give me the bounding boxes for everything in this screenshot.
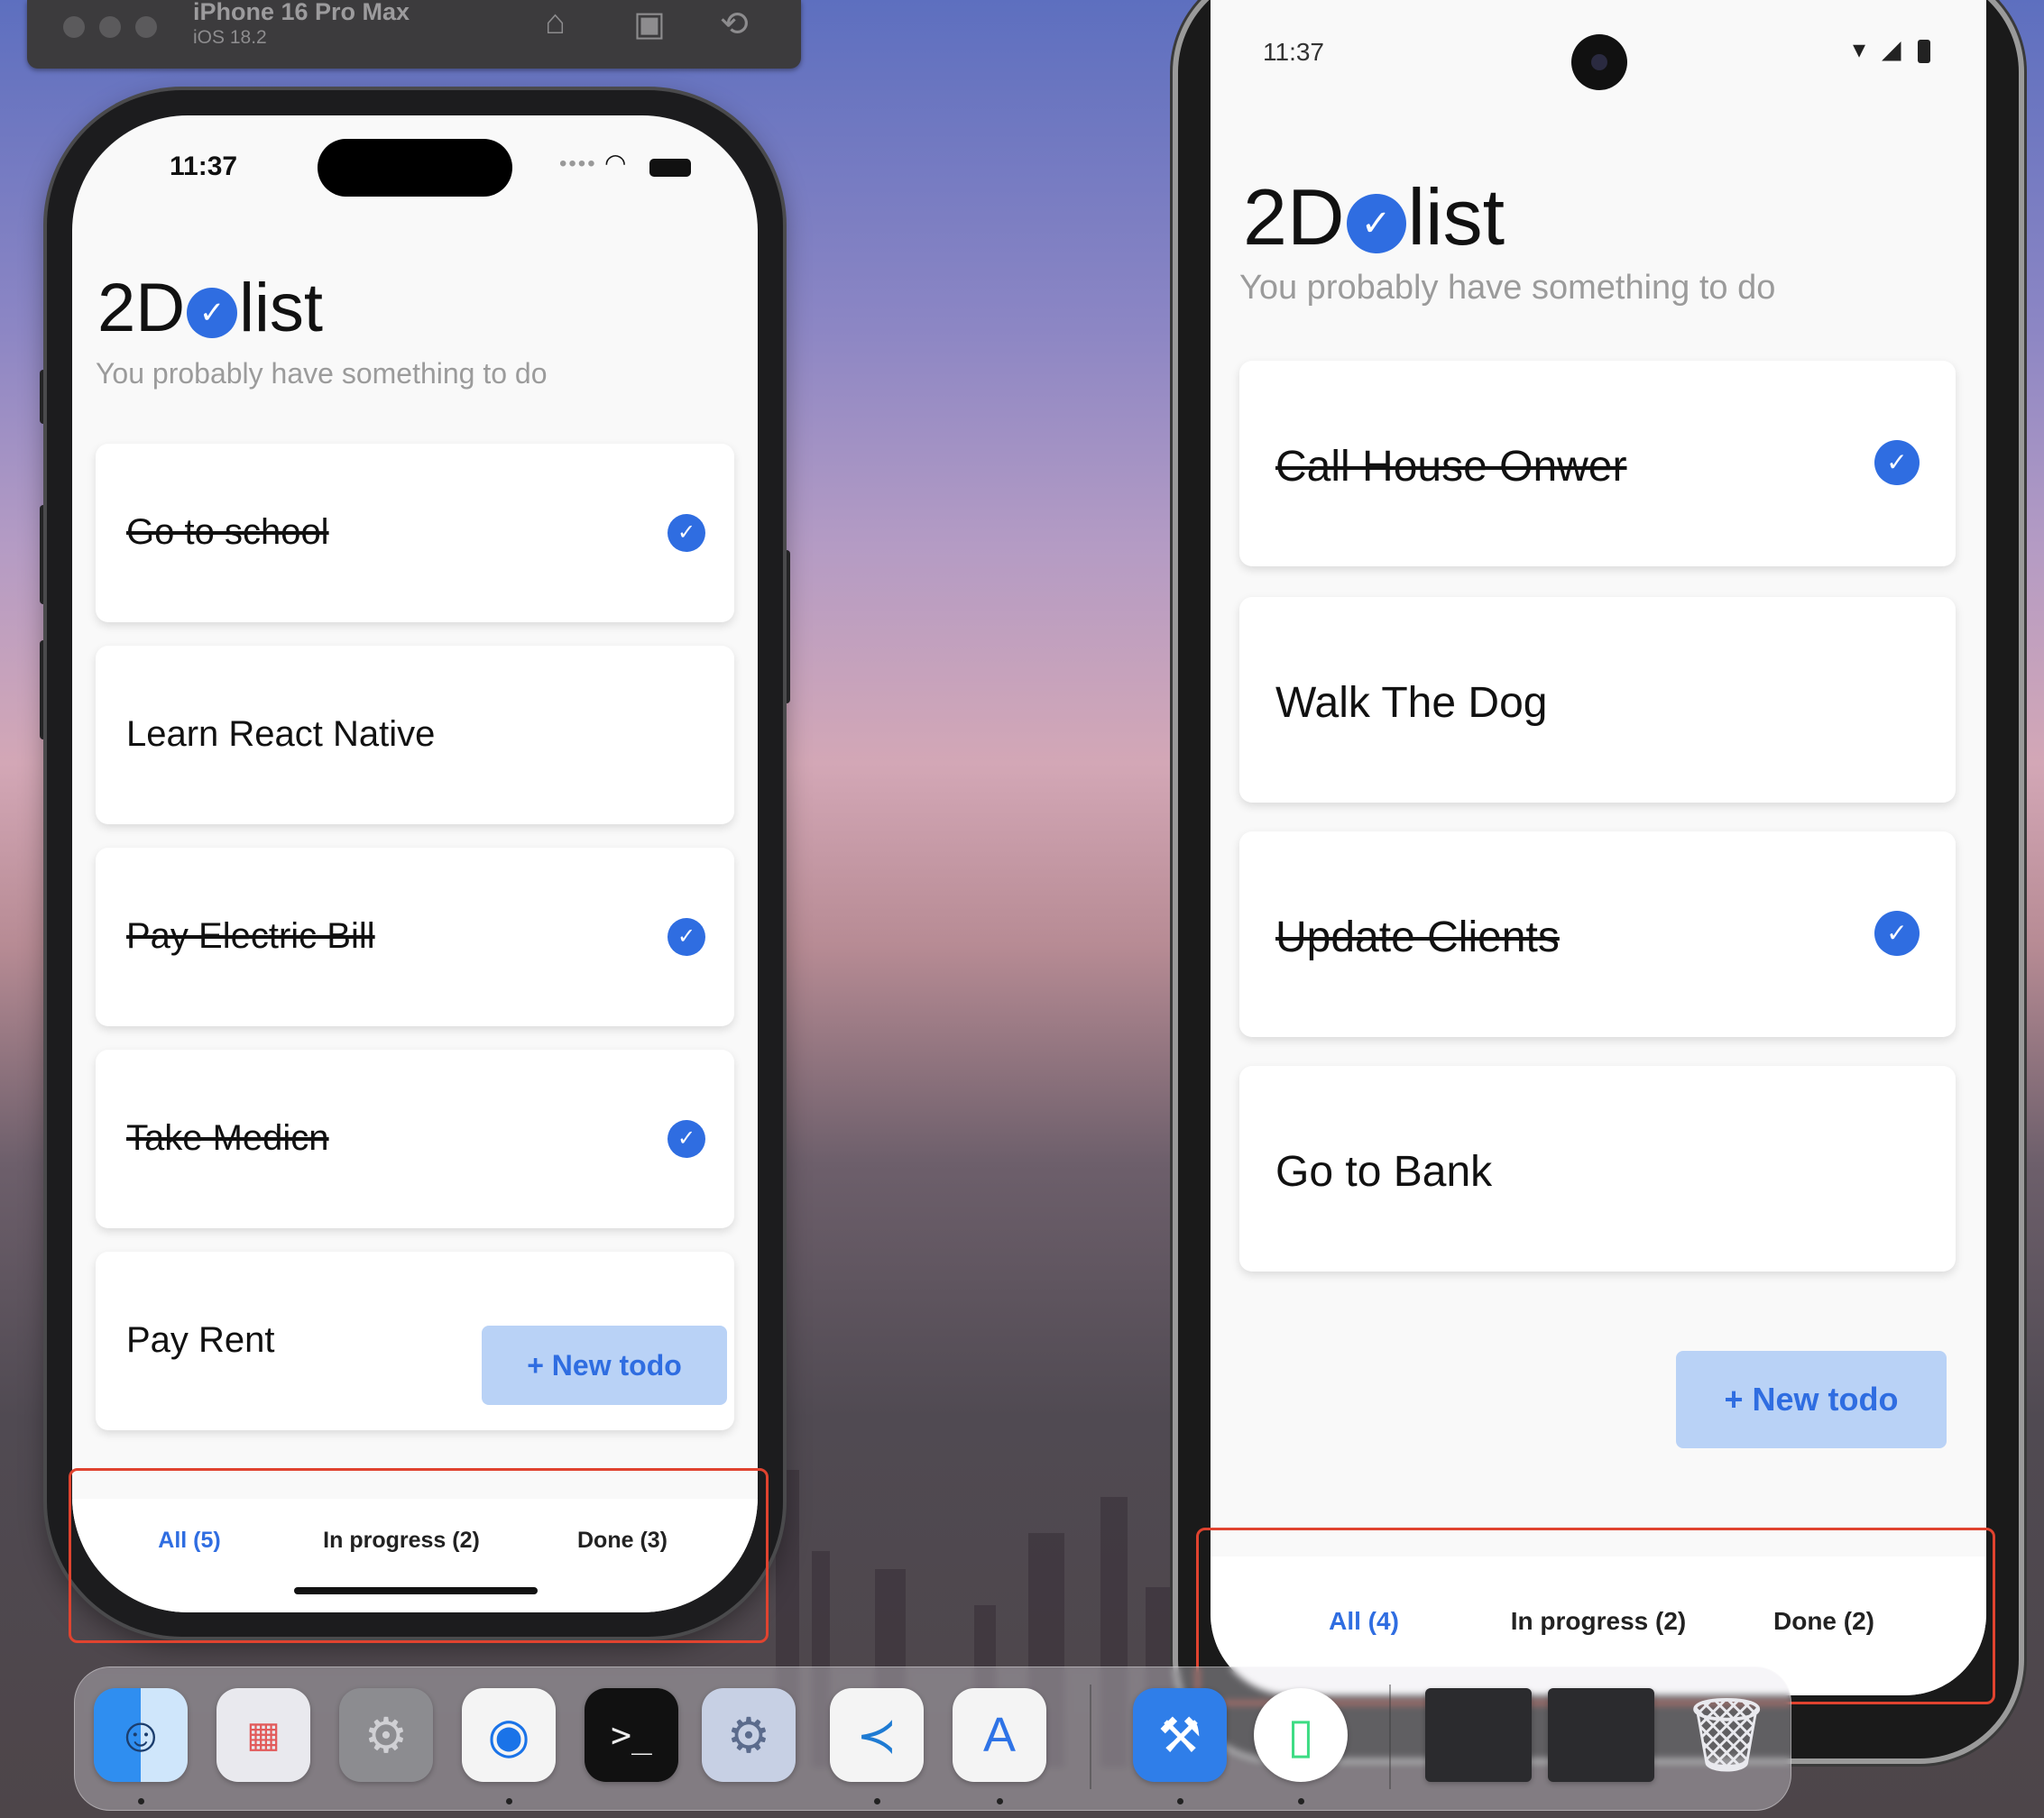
todo-card[interactable]: Call House Onwer ✓ (1239, 361, 1956, 566)
simulator-os-version: iOS 18.2 (193, 27, 267, 48)
todo-title: Walk The Dog (1275, 679, 1548, 727)
done-check-icon[interactable]: ✓ (668, 1120, 705, 1158)
todo-card[interactable]: Walk The Dog (1239, 597, 1956, 803)
window-thumbnail-icon[interactable] (1548, 1688, 1654, 1782)
window-close-button[interactable] (63, 16, 85, 38)
todo-title: Go to Bank (1275, 1148, 1493, 1196)
running-indicator (138, 1798, 144, 1804)
logo-check-icon: ✓ (187, 287, 238, 338)
wifi-icon: ◠ (604, 149, 627, 177)
todo-title: Learn React Native (126, 714, 436, 754)
dock-separator (1389, 1685, 1391, 1789)
app-tagline: You probably have something to do (1239, 269, 1776, 307)
android-screen: 11:37 ▾ ◢ 2D ✓ list You probably have some… (1211, 0, 1986, 1695)
todo-card[interactable]: Go to Bank (1239, 1066, 1956, 1272)
dock-separator (1090, 1685, 1091, 1789)
logo-check-icon: ✓ (1346, 193, 1406, 253)
todo-card[interactable]: Learn React Native (96, 646, 734, 824)
todo-title: Take Medicn (126, 1118, 329, 1158)
app-logo-suffix: list (239, 270, 324, 346)
todo-card[interactable]: Go to school ✓ (96, 444, 734, 622)
todo-card[interactable]: Update Clients ✓ (1239, 831, 1956, 1037)
running-indicator (506, 1798, 512, 1804)
done-check-icon[interactable]: ✓ (1874, 440, 1920, 485)
todo-title: Pay Rent (126, 1320, 275, 1360)
ios-status-time: 11:37 (170, 152, 238, 181)
tab-bar-highlight-box (69, 1468, 769, 1643)
wifi-icon: ▾ (1853, 35, 1866, 63)
new-todo-button[interactable]: + New todo (1676, 1351, 1947, 1448)
simulator-title-bar: iPhone 16 Pro Max iOS 18.2 ⌂ ▣ ⟲ (27, 0, 801, 69)
screenshot-icon[interactable]: ▣ (633, 4, 666, 44)
new-todo-button[interactable]: + New todo (482, 1326, 727, 1405)
app-logo: 2D ✓ list (97, 269, 323, 347)
rotate-icon[interactable]: ⟲ (720, 4, 749, 44)
xcode-icon[interactable]: ⚒ (1133, 1688, 1227, 1782)
running-indicator (1177, 1798, 1183, 1804)
trash-icon[interactable]: 🗑 (1680, 1688, 1773, 1782)
chrome-icon[interactable]: ◉ (462, 1688, 556, 1782)
battery-icon (649, 159, 691, 177)
finder-icon[interactable]: ☺ (94, 1688, 188, 1782)
iphone-screen: 11:37 •••• ◠ 2D ✓ list You probably have s… (72, 115, 758, 1612)
done-check-icon[interactable]: ✓ (668, 918, 705, 956)
done-check-icon[interactable]: ✓ (668, 514, 705, 552)
android-studio-icon[interactable]: A (953, 1688, 1046, 1782)
done-check-icon[interactable]: ✓ (1874, 911, 1920, 956)
app-logo-prefix: 2D (1243, 172, 1345, 262)
cellular-signal-icon: •••• (559, 152, 597, 176)
running-indicator (874, 1798, 880, 1804)
android-emulator-icon[interactable]: ▯ (1254, 1688, 1348, 1782)
launchpad-icon[interactable]: ▦ (216, 1688, 310, 1782)
front-camera (1571, 34, 1627, 90)
app-logo: 2D ✓ list (1243, 171, 1505, 263)
todo-title: Call House Onwer (1275, 443, 1627, 491)
app-tagline: You probably have something to do (96, 357, 548, 390)
todo-title: Pay Electric Bill (126, 916, 375, 956)
macos-dock (74, 1666, 1791, 1811)
gear-utility-icon[interactable]: ⚙ (702, 1688, 796, 1782)
running-indicator (997, 1798, 1003, 1804)
running-indicator (1298, 1798, 1304, 1804)
signal-icon: ◢ (1882, 35, 1901, 63)
todo-card[interactable]: Pay Electric Bill ✓ (96, 848, 734, 1026)
dynamic-island (318, 139, 512, 197)
todo-card[interactable]: Take Medicn ✓ (96, 1050, 734, 1228)
window-zoom-button[interactable] (135, 16, 157, 38)
system-settings-icon[interactable]: ⚙ (339, 1688, 433, 1782)
window-thumbnail-icon[interactable] (1425, 1688, 1532, 1782)
terminal-icon[interactable]: >_ (585, 1688, 678, 1782)
todo-title: Update Clients (1275, 914, 1560, 961)
home-icon[interactable]: ⌂ (545, 4, 566, 42)
android-status-time: 11:37 (1263, 38, 1324, 66)
todo-title: Go to school (126, 512, 329, 552)
app-logo-prefix: 2D (97, 270, 186, 346)
window-minimize-button[interactable] (99, 16, 121, 38)
vscode-icon[interactable]: ≺ (830, 1688, 924, 1782)
app-logo-suffix: list (1407, 172, 1505, 262)
battery-icon (1918, 40, 1930, 63)
simulator-device-name: iPhone 16 Pro Max (193, 0, 410, 25)
background-cityscape (740, 776, 1209, 1768)
